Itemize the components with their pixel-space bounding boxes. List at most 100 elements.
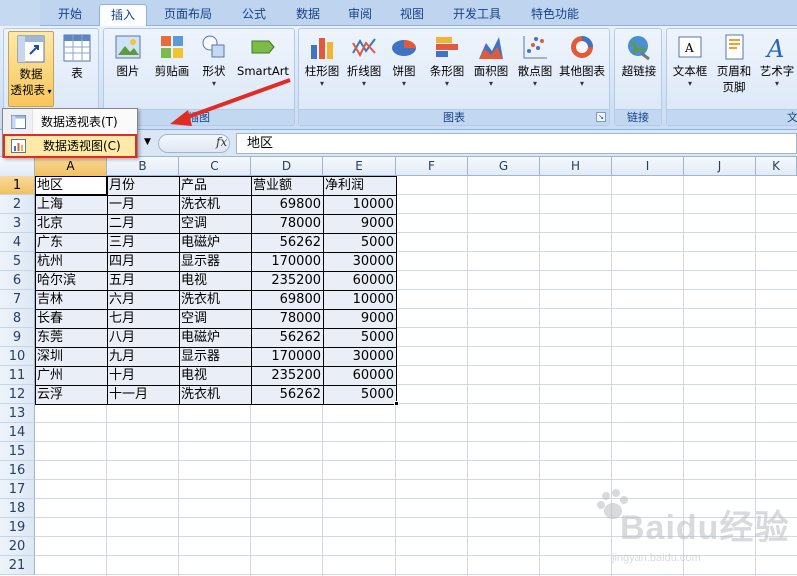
formula-input[interactable]: 地区 <box>236 133 797 154</box>
table-cell[interactable]: 空调 <box>179 214 251 233</box>
table-cell[interactable]: 235200 <box>251 271 323 290</box>
tab-special-features[interactable]: 特色功能 <box>522 4 588 26</box>
row-header-13[interactable]: 13 <box>0 404 35 423</box>
table-cell[interactable]: 云浮 <box>35 385 107 404</box>
table-cell[interactable]: 5000 <box>323 385 396 404</box>
table-cell[interactable]: 三月 <box>107 233 179 252</box>
table-cell[interactable]: 五月 <box>107 271 179 290</box>
row-header-16[interactable]: 16 <box>0 461 35 480</box>
column-header-K[interactable]: K <box>756 157 797 176</box>
insert-function-icon[interactable]: fx <box>216 135 227 149</box>
table-cell[interactable]: 七月 <box>107 309 179 328</box>
scatter-chart-button[interactable]: 散点图 ▾ <box>515 31 555 89</box>
table-cell[interactable]: 洗衣机 <box>179 385 251 404</box>
table-cell[interactable]: 235200 <box>251 366 323 385</box>
column-header-J[interactable]: J <box>684 157 756 176</box>
table-cell[interactable]: 一月 <box>107 195 179 214</box>
row-header-5[interactable]: 5 <box>0 252 35 271</box>
table-cell[interactable]: 78000 <box>251 309 323 328</box>
table-cell[interactable]: 吉林 <box>35 290 107 309</box>
row-header-14[interactable]: 14 <box>0 423 35 442</box>
pivot-table-button[interactable]: 数据 透视表 ▾ <box>8 31 54 107</box>
column-header-A[interactable]: A <box>35 157 107 176</box>
row-header-9[interactable]: 9 <box>0 328 35 347</box>
row-header-10[interactable]: 10 <box>0 347 35 366</box>
row-header-6[interactable]: 6 <box>0 271 35 290</box>
table-cell[interactable]: 杭州 <box>35 252 107 271</box>
line-chart-button[interactable]: 折线图 ▾ <box>345 31 383 89</box>
tab-data[interactable]: 数据 <box>284 4 332 26</box>
table-header-cell[interactable]: 产品 <box>179 176 251 195</box>
table-button[interactable]: 表 <box>58 31 96 81</box>
column-header-E[interactable]: E <box>323 157 396 176</box>
table-cell[interactable]: 空调 <box>179 309 251 328</box>
table-cell[interactable]: 八月 <box>107 328 179 347</box>
tab-view[interactable]: 视图 <box>388 4 436 26</box>
row-header-8[interactable]: 8 <box>0 309 35 328</box>
picture-button[interactable]: 图片 <box>110 31 146 79</box>
table-cell[interactable]: 9000 <box>323 214 396 233</box>
table-header-cell[interactable]: 月份 <box>107 176 179 195</box>
table-cell[interactable]: 北京 <box>35 214 107 233</box>
pie-chart-button[interactable]: 饼图 ▾ <box>387 31 421 89</box>
table-cell[interactable]: 56262 <box>251 328 323 347</box>
table-cell[interactable]: 69800 <box>251 290 323 309</box>
row-header-12[interactable]: 12 <box>0 385 35 404</box>
table-cell[interactable]: 十月 <box>107 366 179 385</box>
column-header-F[interactable]: F <box>396 157 468 176</box>
row-header-18[interactable]: 18 <box>0 499 35 518</box>
hyperlink-button[interactable]: 超链接 <box>617 31 661 79</box>
table-cell[interactable]: 10000 <box>323 290 396 309</box>
name-box-dropdown-icon[interactable]: ▼ <box>144 137 151 147</box>
menu-item-pivot-table[interactable]: 数据透视表(T) <box>3 110 137 134</box>
table-cell[interactable]: 56262 <box>251 233 323 252</box>
header-footer-button[interactable]: 页眉和 页脚 <box>713 31 755 95</box>
row-header-17[interactable]: 17 <box>0 480 35 499</box>
table-header-cell[interactable]: 地区 <box>35 176 107 195</box>
menu-item-pivot-chart[interactable]: 数据透视图(C) <box>3 134 137 158</box>
table-cell[interactable]: 六月 <box>107 290 179 309</box>
table-cell[interactable]: 69800 <box>251 195 323 214</box>
tab-developer[interactable]: 开发工具 <box>444 4 510 26</box>
table-cell[interactable]: 十一月 <box>107 385 179 404</box>
table-cell[interactable]: 广州 <box>35 366 107 385</box>
table-header-cell[interactable]: 营业额 <box>251 176 323 195</box>
table-cell[interactable]: 5000 <box>323 328 396 347</box>
tab-review[interactable]: 审阅 <box>336 4 384 26</box>
table-cell[interactable]: 四月 <box>107 252 179 271</box>
textbox-button[interactable]: A 文本框 ▾ <box>669 31 711 89</box>
table-cell[interactable]: 170000 <box>251 347 323 366</box>
other-charts-button[interactable]: 其他图表 ▾ <box>557 31 607 89</box>
row-header-7[interactable]: 7 <box>0 290 35 309</box>
select-all-corner[interactable] <box>0 157 35 176</box>
table-cell[interactable]: 显示器 <box>179 252 251 271</box>
table-cell[interactable]: 显示器 <box>179 347 251 366</box>
column-header-D[interactable]: D <box>251 157 323 176</box>
tab-formulas[interactable]: 公式 <box>230 4 278 26</box>
charts-dialog-launcher-icon[interactable]: ↘ <box>596 112 606 122</box>
shapes-button[interactable]: 形状 ▾ <box>196 31 232 89</box>
table-cell[interactable]: 深圳 <box>35 347 107 366</box>
table-cell[interactable]: 170000 <box>251 252 323 271</box>
tab-insert[interactable]: 插入 <box>99 4 147 26</box>
column-header-B[interactable]: B <box>107 157 179 176</box>
table-cell[interactable]: 电磁炉 <box>179 233 251 252</box>
row-header-1[interactable]: 1 <box>0 176 35 195</box>
row-header-2[interactable]: 2 <box>0 195 35 214</box>
smartart-button[interactable]: SmartArt <box>234 31 292 79</box>
clipart-button[interactable]: 剪贴画 <box>150 31 194 79</box>
table-cell[interactable]: 30000 <box>323 252 396 271</box>
table-cell[interactable]: 上海 <box>35 195 107 214</box>
table-cell[interactable]: 60000 <box>323 271 396 290</box>
row-header-11[interactable]: 11 <box>0 366 35 385</box>
table-cell[interactable]: 九月 <box>107 347 179 366</box>
area-chart-button[interactable]: 面积图 ▾ <box>471 31 511 89</box>
tab-home[interactable]: 开始 <box>46 4 94 26</box>
table-cell[interactable]: 电磁炉 <box>179 328 251 347</box>
row-header-3[interactable]: 3 <box>0 214 35 233</box>
table-cell[interactable]: 长春 <box>35 309 107 328</box>
column-chart-button[interactable]: 柱形图 ▾ <box>303 31 341 89</box>
table-cell[interactable]: 洗衣机 <box>179 290 251 309</box>
table-cell[interactable]: 10000 <box>323 195 396 214</box>
row-header-21[interactable]: 21 <box>0 556 35 575</box>
